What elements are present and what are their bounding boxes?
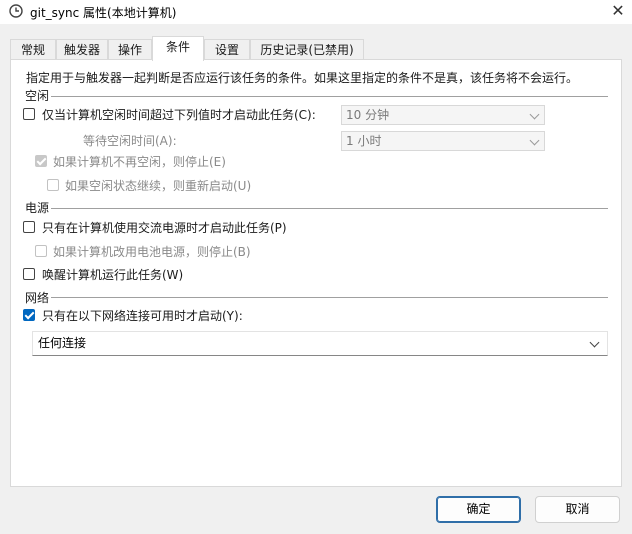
close-icon: ✕ — [611, 1, 625, 20]
start-only-if-idle-label: 仅当计算机空闲时间超过下列值时才启动此任务(C): — [42, 108, 316, 122]
network-only-label: 只有在以下网络连接可用时才启动(Y): — [42, 309, 243, 323]
network-separator — [51, 297, 608, 298]
ok-button[interactable]: 确定 — [436, 496, 521, 523]
wait-for-idle-select[interactable]: 1 小时 — [341, 131, 545, 151]
network-group-title: 网络 — [25, 291, 50, 305]
chevron-down-icon — [589, 337, 600, 348]
tab-actions[interactable]: 操作 — [108, 39, 152, 59]
clock-icon — [9, 4, 23, 18]
idle-separator — [51, 96, 608, 97]
power-group-title: 电源 — [25, 201, 50, 215]
conditions-description: 指定用于与触发器一起判断是否应运行该任务的条件。如果这里指定的条件不是真，该任务… — [26, 71, 579, 85]
wait-for-idle-label: 等待空闲时间(A): — [83, 134, 177, 148]
idle-duration-select[interactable]: 10 分钟 — [341, 105, 545, 125]
tab-general[interactable]: 常规 — [10, 39, 56, 59]
power-separator — [51, 208, 608, 209]
chevron-down-icon — [529, 109, 540, 120]
idle-duration-value: 10 分钟 — [346, 108, 390, 122]
stop-if-not-idle-label: 如果计算机不再空闲，则停止(E) — [53, 155, 226, 169]
wake-to-run-label: 唤醒计算机运行此任务(W) — [42, 268, 184, 282]
tab-settings[interactable]: 设置 — [204, 39, 250, 59]
start-only-if-idle-checkbox[interactable] — [23, 108, 35, 120]
stop-if-not-idle-checkbox[interactable] — [35, 155, 47, 167]
title-bar: git_sync 属性(本地计算机) ✕ — [0, 0, 632, 24]
tab-history[interactable]: 历史记录(已禁用) — [250, 39, 364, 59]
tab-triggers[interactable]: 触发器 — [56, 39, 108, 59]
wait-for-idle-value: 1 小时 — [346, 134, 382, 148]
ac-power-only-label: 只有在计算机使用交流电源时才启动此任务(P) — [42, 221, 287, 235]
window-title: git_sync 属性(本地计算机) — [30, 6, 177, 20]
network-only-checkbox[interactable] — [23, 309, 35, 321]
tab-conditions[interactable]: 条件 — [152, 36, 204, 61]
network-connection-select[interactable]: 任何连接 — [32, 331, 608, 356]
stop-on-battery-label: 如果计算机改用电池电源，则停止(B) — [53, 245, 251, 259]
wake-to-run-checkbox[interactable] — [23, 268, 35, 280]
restart-if-idle-label: 如果空闲状态继续，则重新启动(U) — [65, 179, 252, 193]
cancel-button[interactable]: 取消 — [535, 496, 620, 523]
chevron-down-icon — [529, 135, 540, 146]
conditions-panel: 指定用于与触发器一起判断是否应运行该任务的条件。如果这里指定的条件不是真，该任务… — [10, 59, 622, 487]
restart-if-idle-checkbox[interactable] — [47, 179, 59, 191]
stop-on-battery-checkbox[interactable] — [35, 245, 47, 257]
idle-group-title: 空闲 — [25, 89, 50, 103]
network-connection-value: 任何连接 — [38, 336, 87, 350]
ac-power-only-checkbox[interactable] — [23, 221, 35, 233]
close-button[interactable]: ✕ — [606, 0, 630, 24]
